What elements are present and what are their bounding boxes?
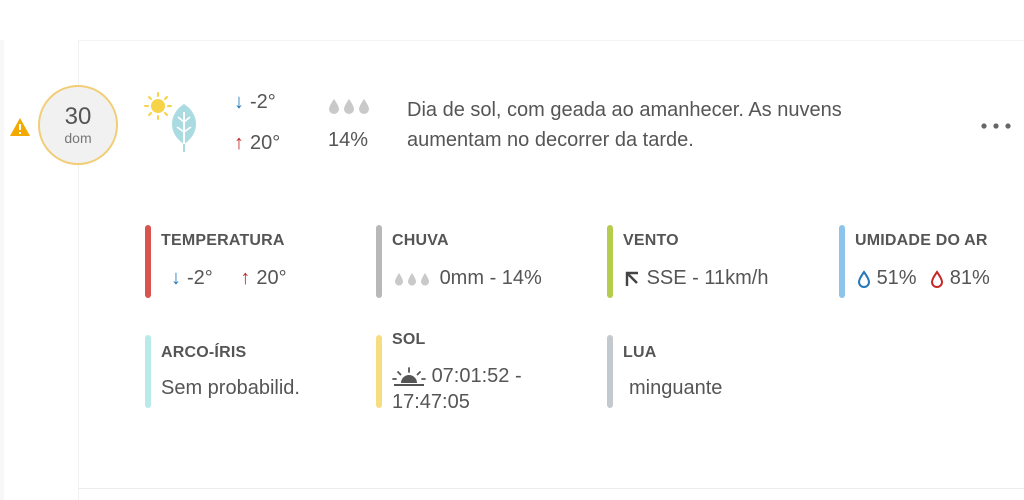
day-number: 30: [64, 103, 92, 130]
forecast-summary: Dia de sol, com geada ao amanhecer. As n…: [407, 99, 842, 151]
rain-values: 0mm - 14%: [394, 267, 542, 290]
wind-values: SSE - 11km/h: [623, 267, 768, 290]
temperature-label: TEMPERATURA: [161, 232, 285, 249]
temp-max-value: 20°: [250, 132, 281, 154]
humidity-bar: [839, 225, 845, 298]
wind-label: VENTO: [623, 232, 679, 249]
sunrise-time: 07:01:52 -: [431, 365, 522, 387]
wind-bar: [607, 225, 613, 298]
weather-icon: [144, 92, 196, 152]
sun-label: SOL: [392, 331, 426, 348]
rain-label: CHUVA: [392, 232, 449, 249]
sun-line-1: 07:01:52 -: [392, 365, 522, 388]
moon-value: minguante: [629, 377, 723, 399]
temperature-values: ↓ -2° ↑ 20°: [171, 267, 287, 290]
left-edge: [0, 40, 4, 500]
rain-bar: [376, 225, 382, 298]
rain-probability: 14%: [328, 129, 369, 151]
frost-leaf-icon: [172, 104, 196, 152]
more-icon[interactable]: [978, 119, 1014, 133]
card-divider-bottom: [78, 488, 1024, 489]
forecast-temp-max: ↑ 20°: [234, 132, 280, 155]
moon-label: LUA: [623, 344, 657, 361]
sun-bar: [376, 335, 382, 408]
sunrise-icon: [392, 366, 426, 386]
moon-bar: [607, 335, 613, 408]
day-badge: 30 dom: [38, 85, 118, 165]
card-divider-top: [78, 40, 1024, 41]
sunset-time: 17:47:05: [392, 391, 470, 413]
rainbow-label: ARCO-ÍRIS: [161, 344, 247, 361]
temperature-bar: [145, 225, 151, 298]
rainbow-value: Sem probabilid.: [161, 377, 300, 399]
humidity-min: 51%: [876, 267, 917, 289]
arrow-down-icon: ↓: [171, 267, 181, 289]
detail-rainbow: ARCO-ÍRIS Sem probabilid.: [145, 335, 355, 410]
detail-moon: LUA minguante: [607, 335, 817, 410]
arrow-up-icon: ↑: [234, 132, 244, 154]
humidity-drop-icon: [857, 269, 871, 288]
arrow-down-icon: ↓: [234, 91, 244, 113]
arrow-up-icon: ↑: [240, 267, 251, 289]
sun-icon: [144, 92, 172, 120]
rain-drops-icon: [395, 272, 429, 286]
temperature-max: 20°: [256, 267, 287, 289]
detail-sun: SOL 07:01:52 - 17:47:05: [376, 331, 586, 415]
rainbow-bar: [145, 335, 151, 408]
detail-humidity: UMIDADE DO AR 51% 81%: [839, 225, 1019, 300]
temperature-min: -2°: [187, 267, 213, 289]
humidity-max: 81%: [949, 267, 990, 289]
temp-min-value: -2°: [250, 91, 276, 113]
humidity-values: 51% 81%: [857, 267, 990, 290]
forecast-temp-min: ↓ -2°: [234, 91, 276, 114]
humidity-label: UMIDADE DO AR: [855, 232, 988, 249]
rain-value: 0mm - 14%: [439, 267, 542, 289]
humidity-drop-icon: [931, 269, 944, 288]
warning-icon[interactable]: [9, 117, 31, 137]
day-weekday: dom: [64, 130, 92, 146]
detail-temperature: TEMPERATURA ↓ -2° ↑ 20°: [145, 225, 355, 300]
rain-drops-icon: [329, 99, 369, 114]
detail-wind: VENTO SSE - 11km/h: [607, 225, 817, 300]
wind-direction-icon: [625, 271, 638, 286]
detail-rain: CHUVA 0mm - 14%: [376, 225, 586, 300]
wind-value: SSE - 11km/h: [646, 267, 769, 289]
